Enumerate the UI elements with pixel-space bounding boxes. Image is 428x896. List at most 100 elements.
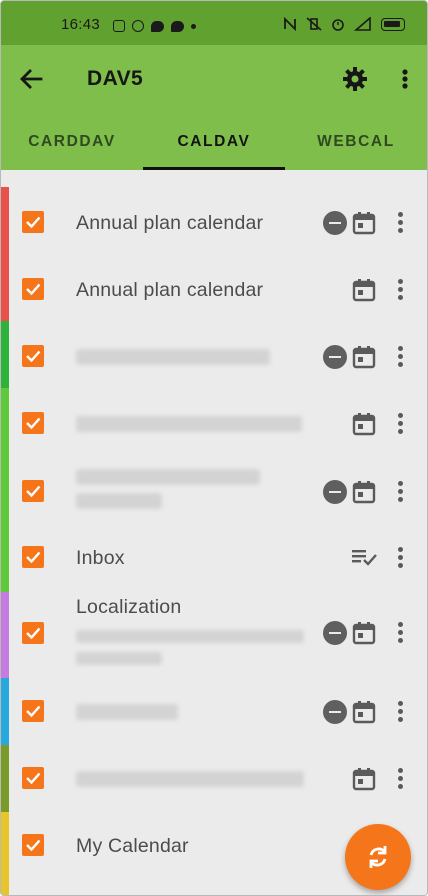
calendar-title: Annual plan calendar [76, 212, 264, 234]
calendar-color-strip [1, 678, 9, 745]
calendar-icon [352, 701, 376, 724]
sync-checkbox[interactable] [22, 546, 44, 568]
calendar-title: Annual plan calendar [76, 279, 264, 301]
calendar-title: Localization [76, 596, 182, 618]
sync-checkbox[interactable] [22, 767, 44, 789]
minus-circle-icon [323, 621, 347, 645]
chat-bubble-icon [151, 20, 164, 32]
blurred-calendar-title [76, 416, 302, 432]
minus-circle-icon [323, 700, 347, 724]
page-title: DAV5 [87, 67, 144, 90]
minus-circle-icon [323, 480, 347, 504]
check-icon [26, 772, 41, 785]
gear-icon[interactable] [341, 65, 369, 93]
more-vert-icon[interactable] [391, 620, 411, 646]
more-vert-icon[interactable] [391, 210, 411, 236]
calendar-row[interactable]: Localization [1, 592, 427, 678]
calendar-row[interactable]: Annual plan calendar [1, 254, 427, 321]
check-icon [26, 283, 41, 296]
app-frame: 16:43 DAV5 CARDDAV CALDAV WEBCAL Annual … [0, 0, 428, 896]
calendar-title: My Calendar [76, 835, 189, 857]
calendar-color-strip [1, 455, 9, 525]
blurred-calendar-description [76, 630, 304, 643]
sync-checkbox[interactable] [22, 480, 44, 502]
sync-checkbox[interactable] [22, 211, 44, 233]
check-icon [26, 627, 41, 640]
blurred-calendar-title [76, 349, 270, 365]
sync-checkbox[interactable] [22, 834, 44, 856]
more-vert-icon[interactable] [391, 699, 411, 725]
calendar-color-strip [1, 321, 9, 388]
calendar-row[interactable]: Annual plan calendar [1, 187, 427, 254]
calendar-icon [352, 413, 376, 436]
vibrate-off-icon [306, 17, 322, 31]
calendar-icon [352, 212, 376, 235]
blurred-calendar-description [76, 652, 162, 665]
sync-now-button[interactable] [345, 824, 411, 890]
calendar-color-strip [1, 525, 9, 592]
more-notifications-dot-icon [191, 23, 196, 29]
account-tabs: CARDDAV CALDAV WEBCAL [1, 113, 427, 170]
more-vert-icon[interactable] [391, 766, 411, 792]
blurred-calendar-title [76, 493, 162, 509]
check-icon [26, 485, 41, 498]
blurred-calendar-title [76, 704, 178, 720]
sync-icon [369, 846, 387, 868]
back-arrow-icon[interactable] [17, 65, 45, 93]
calendar-color-strip [1, 812, 9, 895]
calendar-row[interactable] [1, 745, 427, 812]
calendar-color-strip [1, 745, 9, 812]
calendar-row[interactable] [1, 388, 427, 455]
calendar-title: Inbox [76, 547, 125, 569]
tab-webcal[interactable]: WEBCAL [285, 113, 427, 170]
battery-icon [381, 17, 405, 31]
check-icon [26, 417, 41, 430]
sync-checkbox[interactable] [22, 622, 44, 644]
calendar-row[interactable] [1, 678, 427, 745]
minus-circle-icon [323, 211, 347, 235]
calendar-icon [352, 346, 376, 369]
tab-carddav[interactable]: CARDDAV [1, 113, 143, 170]
calendar-icon [352, 279, 376, 302]
minus-circle-icon [323, 345, 347, 369]
more-vert-icon[interactable] [391, 479, 411, 505]
blurred-calendar-title [76, 771, 304, 787]
check-icon [26, 350, 41, 363]
app-toolbar: DAV5 [1, 45, 427, 113]
sync-checkbox[interactable] [22, 278, 44, 300]
tab-caldav[interactable]: CALDAV [142, 113, 285, 170]
calendar-icon [352, 622, 376, 645]
alarm-icon [332, 19, 344, 31]
notification-icons [113, 20, 196, 32]
more-vert-icon[interactable] [391, 411, 411, 437]
calendar-color-strip [1, 254, 9, 321]
sync-checkbox[interactable] [22, 345, 44, 367]
calendar-row[interactable] [1, 321, 427, 388]
messenger-icon [171, 20, 184, 32]
check-icon [26, 705, 41, 718]
status-bar: 16:43 [1, 1, 427, 45]
calendar-list: Annual plan calendar Annual plan calenda… [1, 187, 427, 895]
notification-app-icon [113, 20, 125, 32]
check-icon [26, 551, 41, 564]
calendar-icon [352, 768, 376, 791]
status-time: 16:43 [61, 16, 101, 33]
sync-checkbox[interactable] [22, 700, 44, 722]
system-icons [283, 17, 405, 31]
signal-icon [354, 17, 371, 31]
more-vert-icon[interactable] [391, 344, 411, 370]
calendar-row[interactable] [1, 455, 427, 525]
calendar-icon [352, 481, 376, 504]
sync-checkbox[interactable] [22, 412, 44, 434]
check-icon [26, 216, 41, 229]
nfc-icon [284, 17, 296, 31]
notification-circle-icon [132, 20, 144, 32]
blurred-calendar-title [76, 469, 260, 485]
more-vert-icon[interactable] [391, 65, 419, 93]
task-list-icon [352, 550, 377, 566]
check-icon [26, 839, 41, 852]
calendar-color-strip [1, 388, 9, 455]
more-vert-icon[interactable] [391, 545, 411, 571]
calendar-row[interactable]: Inbox [1, 525, 427, 592]
more-vert-icon[interactable] [391, 277, 411, 303]
